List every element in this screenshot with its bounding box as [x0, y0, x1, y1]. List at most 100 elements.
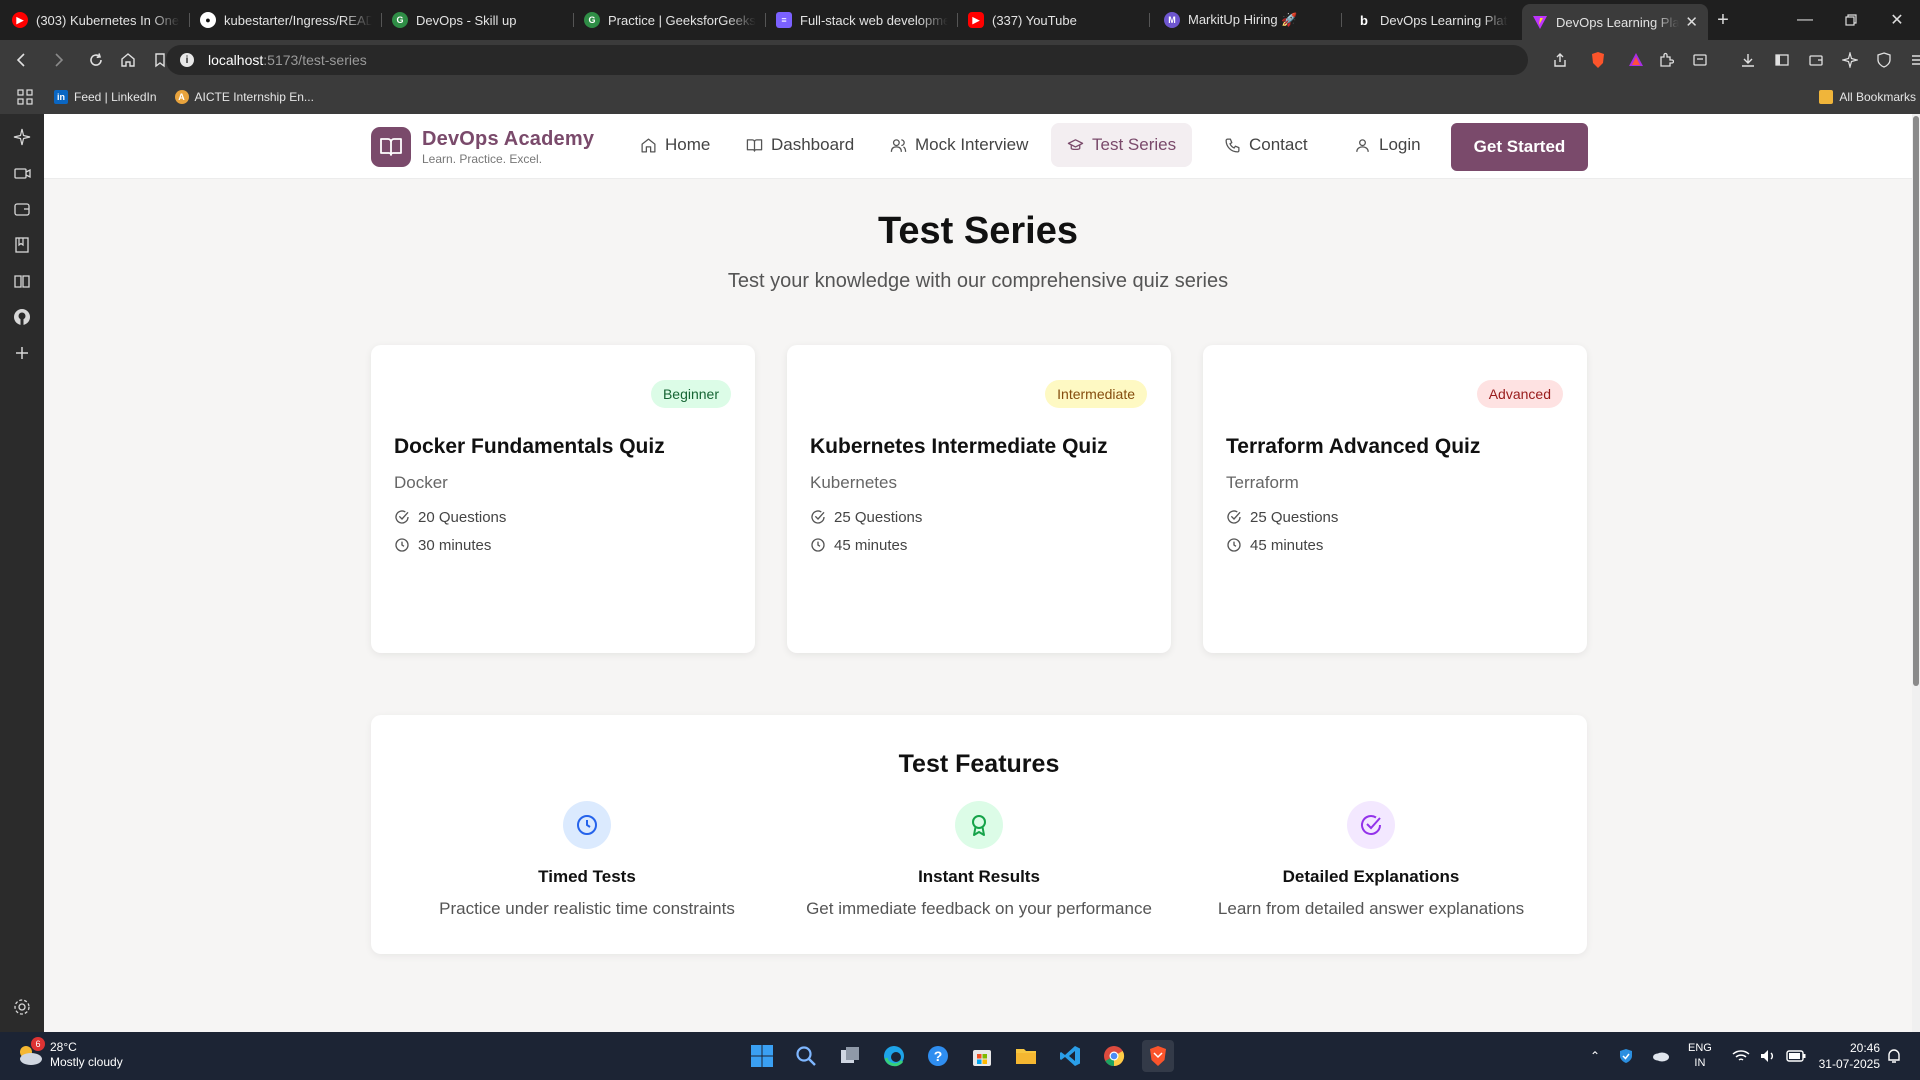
quiz-card-docker[interactable]: Beginner Docker Fundamentals Quiz Docker… [371, 345, 755, 653]
page-scrollbar[interactable] [1912, 114, 1920, 1032]
scrollbar-thumb[interactable] [1913, 116, 1919, 686]
brave-talk-icon[interactable] [11, 162, 33, 184]
site-info-icon[interactable]: i [180, 53, 194, 67]
feature-timed-tests: Timed Tests Practice under realistic tim… [391, 801, 783, 919]
sidebar-toggle-icon[interactable] [1768, 46, 1796, 74]
brave-rewards-icon[interactable] [1622, 46, 1650, 74]
nav-login[interactable]: Login [1338, 123, 1437, 167]
windows-taskbar: 6 28°C Mostly cloudy ? ⌃ ENG IN 20:46 31… [0, 1032, 1920, 1080]
tab-title: DevOps - Skill up [416, 12, 517, 28]
browser-tab[interactable]: ● kubestarter/Ingress/READ [190, 4, 382, 36]
weather-widget[interactable]: 6 28°C Mostly cloudy [14, 1037, 123, 1070]
quick-settings[interactable] [1732, 1032, 1806, 1080]
chrome-icon[interactable] [1098, 1040, 1130, 1072]
chevron-up-icon[interactable]: ⌃ [1590, 1049, 1600, 1063]
start-button[interactable] [746, 1040, 778, 1072]
clock[interactable]: 20:46 31-07-2025 [1808, 1032, 1880, 1080]
features-title: Test Features [898, 750, 1060, 778]
new-tab-button[interactable]: + [1708, 0, 1738, 40]
bookmark-label: Feed | LinkedIn [74, 90, 157, 104]
all-bookmarks[interactable]: All Bookmarks [1819, 90, 1916, 104]
extensions-icon[interactable] [1652, 46, 1680, 74]
leo-ai-icon[interactable] [1836, 46, 1864, 74]
clock-time: 20:46 [1849, 1041, 1880, 1055]
get-started-button[interactable]: Get Started [1451, 123, 1588, 171]
defender-icon[interactable] [1618, 1048, 1634, 1064]
browser-tab-active[interactable]: DevOps Learning Platf ✕ [1522, 4, 1708, 40]
bookmark-aicte[interactable]: A AICTE Internship En... [174, 90, 314, 104]
quiz-card-kubernetes[interactable]: Intermediate Kubernetes Intermediate Qui… [787, 345, 1171, 653]
github-icon[interactable] [11, 306, 33, 328]
quiz-duration: 45 minutes [1226, 535, 1323, 555]
browser-tab[interactable]: b DevOps Learning Platform [1342, 4, 1518, 36]
language-indicator[interactable]: ENG IN [1688, 1032, 1712, 1080]
bookmark-label: AICTE Internship En... [194, 90, 314, 104]
brave-shield-icon[interactable] [1584, 46, 1612, 74]
forward-button[interactable] [44, 46, 72, 74]
browser-tab[interactable]: ≡ Full-stack web developme [766, 4, 958, 36]
wallet-icon[interactable] [1802, 46, 1830, 74]
edge-icon[interactable] [878, 1040, 910, 1072]
reading-list-icon[interactable] [11, 270, 33, 292]
close-window-button[interactable]: ✕ [1874, 0, 1920, 40]
browser-tab[interactable]: M MarkitUp Hiring 🚀 [1150, 4, 1342, 36]
extensions-area [1546, 46, 1650, 74]
search-icon[interactable] [790, 1040, 822, 1072]
nav-dashboard[interactable]: Dashboard [730, 123, 870, 167]
battery-icon [1786, 1050, 1806, 1062]
url-path: :5173/test-series [263, 52, 367, 68]
bookmark-linkedin[interactable]: in Feed | LinkedIn [54, 90, 157, 104]
brave-taskbar-icon[interactable] [1142, 1040, 1174, 1072]
quiz-questions: 25 Questions [1226, 507, 1338, 527]
browser-tab[interactable]: G Practice | GeeksforGeeks | [574, 4, 766, 36]
add-panel-icon[interactable] [11, 342, 33, 364]
nav-home[interactable]: Home [624, 123, 726, 167]
nav-test-series[interactable]: Test Series [1051, 123, 1193, 167]
reload-button[interactable] [82, 46, 110, 74]
download-icon[interactable] [1734, 46, 1762, 74]
home-button[interactable] [114, 46, 142, 74]
questions-count: 25 Questions [834, 508, 923, 526]
apps-grid-icon[interactable] [12, 84, 38, 110]
feature-heading: Detailed Explanations [1282, 867, 1460, 886]
onedrive-icon[interactable] [1652, 1049, 1670, 1063]
sidebar-settings-icon[interactable] [11, 996, 33, 1018]
menu-icon[interactable] [1904, 46, 1920, 74]
vpn-shield-icon[interactable] [1870, 46, 1898, 74]
quiz-questions: 20 Questions [394, 507, 506, 527]
leo-sparkle-icon[interactable] [11, 126, 33, 148]
file-explorer-icon[interactable] [1010, 1040, 1042, 1072]
clock-icon [811, 538, 825, 552]
minimize-button[interactable]: — [1782, 0, 1828, 40]
microsoft-store-icon[interactable] [966, 1040, 998, 1072]
quiz-card-terraform[interactable]: Advanced Terraform Advanced Quiz Terrafo… [1203, 345, 1587, 653]
back-button[interactable] [8, 46, 36, 74]
bolt-icon: b [1360, 12, 1368, 28]
logo-book-icon[interactable] [371, 127, 411, 167]
browser-tab[interactable]: ▶ (303) Kubernetes In One S [0, 4, 190, 36]
tab-search-icon[interactable] [1686, 46, 1714, 74]
help-icon[interactable]: ? [922, 1040, 954, 1072]
browser-tab[interactable]: G DevOps - Skill up [382, 4, 574, 36]
users-icon [890, 138, 907, 152]
share-icon[interactable] [1546, 46, 1574, 74]
bookmarks-icon[interactable] [11, 234, 33, 256]
address-bar[interactable]: i localhost:5173/test-series [166, 45, 1528, 75]
vscode-icon[interactable] [1054, 1040, 1086, 1072]
tab-title: Practice | GeeksforGeeks | [608, 12, 756, 28]
nav-contact[interactable]: Contact [1208, 123, 1324, 167]
phone-icon [1225, 137, 1240, 153]
close-tab-icon[interactable]: ✕ [1685, 13, 1698, 31]
clock-icon [563, 801, 611, 849]
user-icon [1356, 138, 1369, 152]
nav-mock-interview[interactable]: Mock Interview [874, 123, 1044, 167]
task-view-icon[interactable] [834, 1040, 866, 1072]
wallet-icon[interactable] [11, 198, 33, 220]
quiz-category: Kubernetes [810, 473, 897, 492]
notifications-icon[interactable] [1886, 1032, 1902, 1080]
brand[interactable]: DevOps Academy Learn. Practice. Excel. [422, 128, 594, 166]
restore-button[interactable] [1828, 0, 1874, 40]
tab-bar: ▶ (303) Kubernetes In One S ● kubestarte… [0, 0, 1920, 40]
duration: 45 minutes [1250, 536, 1324, 554]
browser-tab[interactable]: ▶ (337) YouTube [958, 4, 1150, 36]
